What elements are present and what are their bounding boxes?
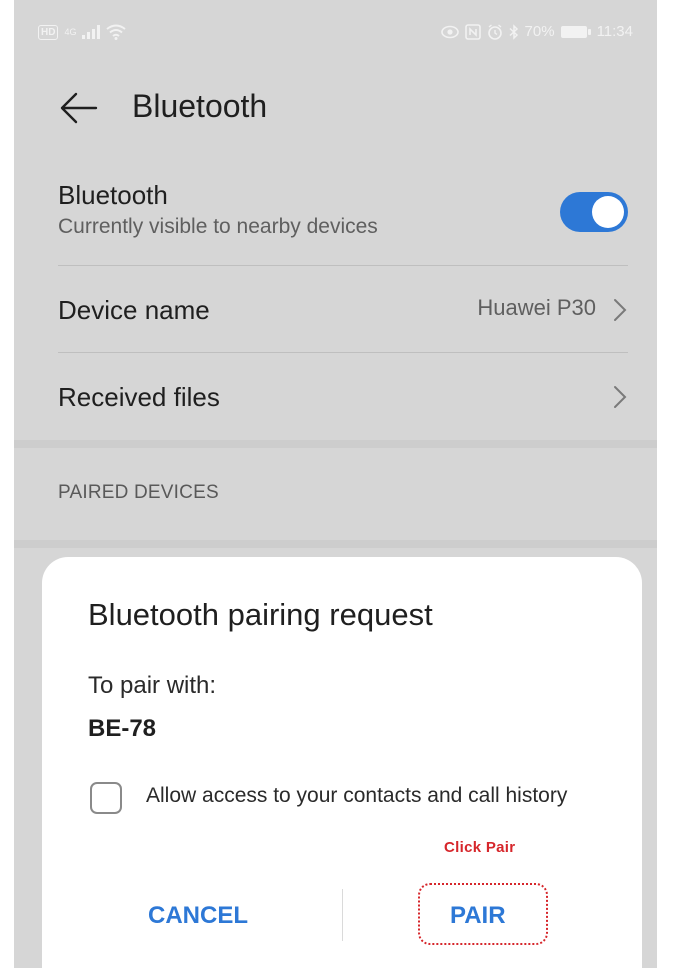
status-left: HD 4G — [38, 24, 127, 40]
alarm-icon — [487, 23, 502, 40]
hd-badge: HD — [38, 24, 59, 40]
back-arrow-icon[interactable] — [56, 88, 100, 128]
bluetooth-row[interactable]: Bluetooth Currently visible to nearby de… — [58, 180, 628, 239]
network-type: 4G — [64, 27, 77, 37]
bluetooth-row-title: Bluetooth — [58, 180, 168, 210]
bluetooth-row-subtitle: Currently visible to nearby devices — [58, 215, 378, 238]
app-header: Bluetooth — [14, 72, 657, 142]
bluetooth-status-icon — [509, 23, 518, 40]
dialog-device-name: BE-78 — [88, 715, 157, 742]
contacts-access-checkbox[interactable] — [90, 782, 122, 814]
paired-devices-header: PAIRED DEVICES — [58, 482, 219, 503]
wifi-icon — [106, 24, 127, 40]
cancel-button[interactable]: CANCEL — [148, 902, 248, 930]
divider — [58, 265, 628, 266]
section-gap — [14, 540, 657, 548]
pair-button[interactable]: PAIR — [450, 902, 506, 930]
page-title: Bluetooth — [132, 88, 268, 124]
device-name-row[interactable]: Device name Huawei P30 — [58, 295, 628, 331]
status-right: 70% 11:34 — [440, 23, 633, 40]
dialog-title: Bluetooth pairing request — [88, 597, 433, 632]
battery-icon — [560, 25, 591, 38]
received-files-row[interactable]: Received files — [58, 382, 628, 418]
click-pair-annotation: Click Pair — [444, 839, 516, 856]
dialog-text: To pair with: — [88, 672, 217, 699]
clock: 11:34 — [596, 23, 633, 40]
chevron-right-icon — [614, 386, 627, 408]
pairing-dialog: Bluetooth pairing request To pair with: … — [42, 557, 642, 968]
signal-icon — [82, 25, 101, 39]
toggle-knob — [592, 196, 624, 228]
screenshot-margin — [0, 0, 14, 968]
contacts-access-label[interactable]: Allow access to your contacts and call h… — [146, 782, 586, 809]
button-separator — [342, 889, 343, 941]
nfc-icon — [464, 23, 481, 40]
bluetooth-toggle[interactable] — [560, 192, 628, 232]
eye-icon — [440, 25, 459, 38]
divider — [58, 352, 628, 353]
received-files-title: Received files — [58, 382, 220, 412]
section-gap — [14, 440, 657, 448]
device-name-value: Huawei P30 — [477, 295, 596, 320]
status-bar: HD 4G 70% 11:34 — [14, 0, 657, 64]
battery-percent: 70% — [524, 23, 555, 40]
chevron-right-icon — [614, 299, 627, 321]
